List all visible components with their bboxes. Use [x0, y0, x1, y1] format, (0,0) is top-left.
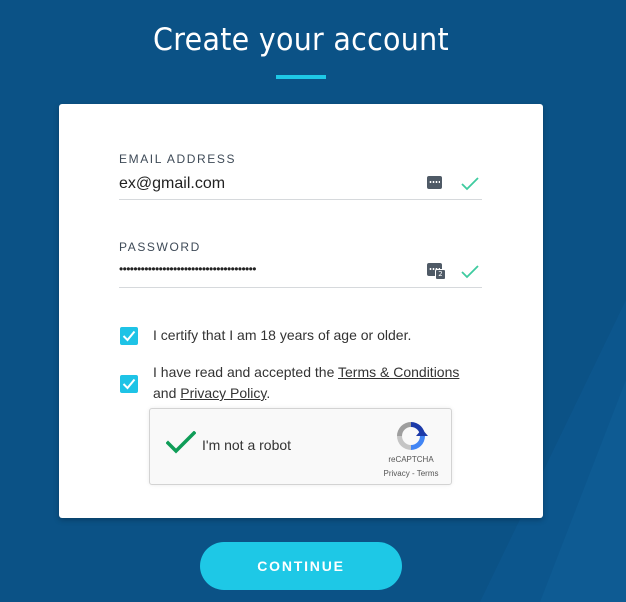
terms-checkbox[interactable]: [120, 375, 138, 393]
checkbox-checked-icon: [122, 330, 136, 342]
password-manager-badge: 2: [435, 269, 446, 280]
recaptcha-label: I'm not a robot: [202, 437, 292, 453]
password-underline: [119, 287, 482, 288]
recaptcha-checkmark-icon[interactable]: [166, 431, 196, 455]
password-manager-icon[interactable]: 2: [427, 263, 446, 280]
page-title: Create your account: [153, 22, 449, 58]
terms-check-label: I have read and accepted the Terms & Con…: [153, 362, 493, 404]
terms-suffix-text: .: [266, 385, 271, 401]
age-check-label: I certify that I am 18 years of age or o…: [153, 327, 412, 343]
privacy-policy-link[interactable]: Privacy Policy: [180, 385, 266, 401]
title-underline: [276, 75, 326, 79]
email-label: EMAIL ADDRESS: [119, 152, 237, 166]
recaptcha-widget: I'm not a robot reCAPTCHA Privacy - Term…: [149, 408, 452, 485]
checkbox-checked-icon: [122, 378, 136, 390]
age-checkbox[interactable]: [120, 327, 138, 345]
recaptcha-links-separator: -: [409, 469, 417, 478]
recaptcha-privacy-link[interactable]: Privacy: [384, 469, 410, 478]
terms-prefix-text: I have read and accepted the: [153, 364, 338, 380]
terms-conditions-link[interactable]: Terms & Conditions: [338, 364, 459, 380]
recaptcha-terms-link[interactable]: Terms: [417, 469, 439, 478]
password-manager-icon[interactable]: [427, 176, 442, 189]
password-input[interactable]: ••••••••••••••••••••••••••••••••••••••: [119, 262, 409, 276]
recaptcha-logo-icon: [397, 422, 428, 450]
continue-button[interactable]: CONTINUE: [200, 542, 402, 590]
email-input[interactable]: ex@gmail.com: [119, 175, 409, 193]
password-valid-checkmark-icon: [461, 265, 479, 279]
signup-card: EMAIL ADDRESS ex@gmail.com PASSWORD ••••…: [59, 104, 543, 518]
terms-and-text: and: [153, 385, 181, 401]
email-valid-checkmark-icon: [461, 177, 479, 191]
email-underline: [119, 199, 482, 200]
recaptcha-links: Privacy - Terms: [366, 469, 456, 478]
password-label: PASSWORD: [119, 240, 201, 254]
recaptcha-brand: reCAPTCHA: [388, 455, 434, 464]
